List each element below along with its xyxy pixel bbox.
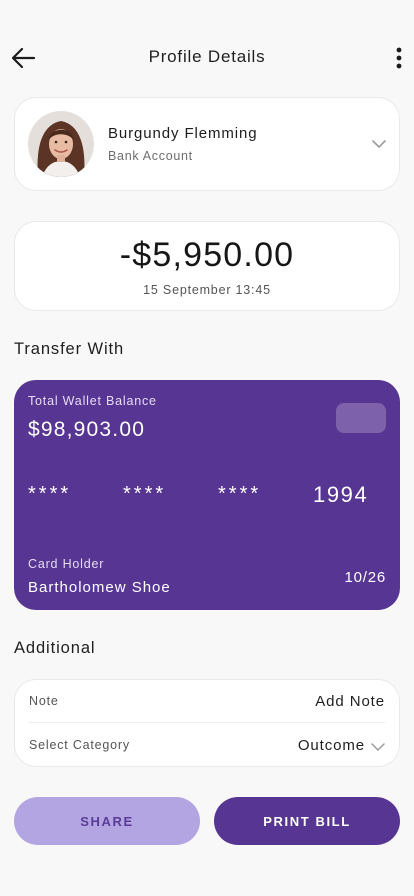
print-bill-button[interactable]: PRINT BILL <box>214 797 400 845</box>
chevron-down-icon[interactable] <box>371 138 387 150</box>
additional-heading: Additional <box>14 639 96 657</box>
profile-name: Burgundy Flemming <box>108 125 258 142</box>
amount-card: -$5,950.00 15 September 13:45 <box>14 221 400 311</box>
wallet-balance: $98,903.00 <box>28 418 146 441</box>
card-number-mask: **** <box>218 483 262 505</box>
avatar <box>28 111 94 177</box>
card-number-mask: **** <box>28 483 72 505</box>
chevron-down-icon[interactable] <box>371 742 385 752</box>
page-title: Profile Details <box>148 47 266 66</box>
category-select[interactable]: Outcome <box>298 737 365 754</box>
card-number-mask: **** <box>123 483 167 505</box>
additional-card: Note Add Note Select Category Outcome <box>14 679 400 767</box>
note-label: Note <box>29 694 59 708</box>
share-button[interactable]: SHARE <box>14 797 200 845</box>
card-chip <box>336 403 386 433</box>
profile-card[interactable]: Burgundy Flemming Bank Account <box>14 97 400 191</box>
more-vertical-icon[interactable] <box>394 45 404 71</box>
transaction-amount: -$5,950.00 <box>119 236 295 274</box>
card-holder-name: Bartholomew Shoe <box>28 579 171 596</box>
transaction-datetime: 15 September 13:45 <box>143 283 271 297</box>
note-row[interactable]: Note Add Note <box>29 680 385 723</box>
profile-account-type: Bank Account <box>108 149 193 163</box>
card-last-digits: 1994 <box>313 482 369 507</box>
transfer-with-heading: Transfer With <box>14 340 125 358</box>
card-holder-label: Card Holder <box>28 557 105 571</box>
wallet-balance-label: Total Wallet Balance <box>28 394 157 408</box>
card-expiry: 10/26 <box>344 569 386 586</box>
wallet-card[interactable]: Total Wallet Balance $98,903.00 **** ***… <box>14 380 400 610</box>
category-row[interactable]: Select Category Outcome <box>29 724 385 767</box>
category-label: Select Category <box>29 738 130 752</box>
add-note-button[interactable]: Add Note <box>315 693 385 710</box>
